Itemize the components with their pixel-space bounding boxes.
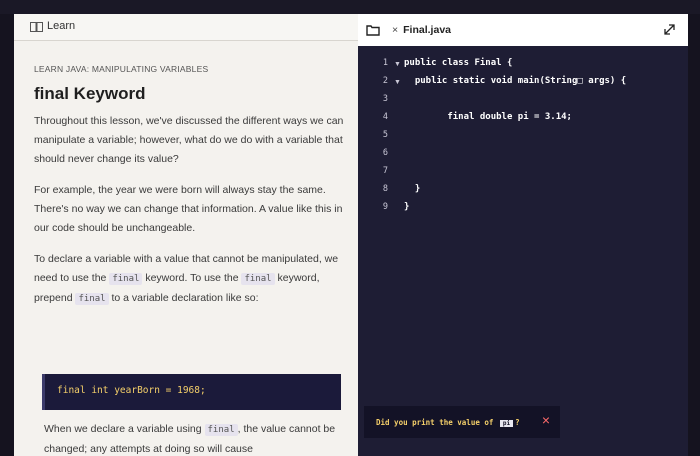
inline-code-final: final [241,273,275,285]
hint-text: Did you print the value of pi? [376,418,520,427]
paragraph-3-text-d: to a variable declaration like so: [111,292,259,304]
learn-tab[interactable]: Learn [47,20,75,32]
lesson-content: LEARN JAVA: MANIPULATING VARIABLES final… [34,64,346,309]
line-number: 8 [382,184,388,194]
inline-code-final: final [75,293,109,305]
code-line: final double pi = 3.14; [404,112,572,122]
line-number: 7 [382,166,388,176]
line-number: 1 [382,58,388,68]
lesson-title: final Keyword [34,84,146,103]
fold-arrow-icon[interactable]: ▼ [394,79,401,86]
code-example-block: final int yearBorn = 1968; [42,374,341,410]
screen-bezel [0,0,700,14]
editor-tab-bar: × Final.java [358,14,688,46]
close-icon[interactable]: × [542,412,550,428]
learn-header: Learn [14,14,358,41]
lesson-paragraph-4: When we declare a variable using final, … [44,420,344,456]
code-example-line: final int yearBorn = 1968; [57,385,206,396]
line-number: 5 [382,130,388,140]
expand-icon[interactable] [663,23,676,36]
tab-label: Final.java [403,24,451,36]
lesson-panel: Learn LEARN JAVA: MANIPULATING VARIABLES… [14,14,358,456]
lesson-paragraph-1: Throughout this lesson, we've discussed … [34,115,344,165]
paragraph-3-text-b: keyword. To use the [145,272,239,284]
hint-code-pi: pi [499,419,514,427]
code-line: } [404,184,421,194]
book-icon [30,22,43,32]
line-number: 4 [382,112,388,122]
hint-text-a: Did you print the value of [376,417,494,427]
line-number: 9 [382,202,388,212]
hint-tooltip: Did you print the value of pi? × [364,406,560,438]
line-number: 2 [382,76,388,86]
folder-icon[interactable] [366,23,380,37]
line-number: 6 [382,148,388,158]
lesson-paragraph-2: For example, the year we were born will … [34,184,343,234]
inline-code-final: final [204,424,238,436]
lesson-paragraph-3: To declare a variable with a value that … [34,250,346,309]
tab-final-java[interactable]: × Final.java [392,14,451,46]
tab-close-icon[interactable]: × [392,24,398,36]
fold-arrow-icon[interactable]: ▼ [394,61,401,68]
inline-code-final: final [109,273,143,285]
lesson-eyebrow: LEARN JAVA: MANIPULATING VARIABLES [34,64,209,74]
code-line: public class Final { [404,58,513,68]
code-line: } [404,202,410,212]
code-line: public static void main(String□ args) { [404,76,627,86]
hint-text-b: ? [515,417,520,427]
code-editor-panel: × Final.java 1 2 3 4 5 6 7 8 9 ▼ ▼ publi… [358,14,688,456]
paragraph-4-text-a: When we declare a variable using [44,423,202,435]
line-number: 3 [382,94,388,104]
